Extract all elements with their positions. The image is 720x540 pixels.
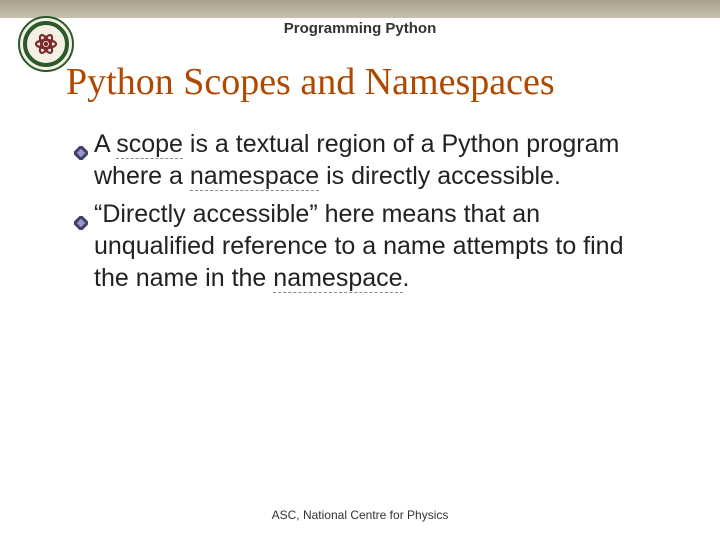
body-area: A scope is a textual region of a Python … <box>94 128 654 300</box>
bullet-text-underlined: namespace <box>190 162 319 191</box>
bullet-item: A scope is a textual region of a Python … <box>94 128 654 192</box>
bullet-text-part: is directly accessible. <box>319 162 561 190</box>
bullet-icon <box>74 206 88 220</box>
bullet-item: “Directly accessible” here means that an… <box>94 198 654 294</box>
bullet-icon <box>74 136 88 150</box>
bullet-text-part: A <box>94 130 116 158</box>
bullet-text-part: . <box>403 264 410 292</box>
footer-text: ASC, National Centre for Physics <box>0 508 720 522</box>
slide-title: Python Scopes and Namespaces <box>66 60 555 104</box>
header-band <box>0 0 720 18</box>
bullet-text-underlined: namespace <box>273 264 402 293</box>
header-subtitle: Programming Python <box>0 20 720 37</box>
bullet-text-underlined: scope <box>116 130 183 159</box>
